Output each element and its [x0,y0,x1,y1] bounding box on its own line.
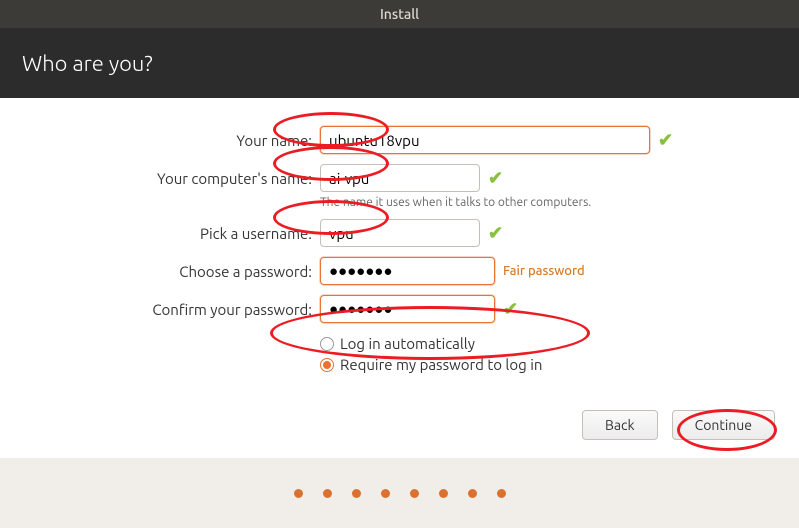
check-icon: ✔ [658,130,673,151]
progress-dot-icon [381,489,390,498]
password-input[interactable] [320,257,495,285]
progress-dot-icon [352,489,361,498]
progress-dot-icon [468,489,477,498]
check-icon: ✔ [488,223,503,244]
username-input[interactable] [320,219,480,247]
progress-dot-icon [410,489,419,498]
progress-dot-icon [294,489,303,498]
password-strength: Fair password [503,264,585,278]
page-title: Who are you? [22,51,153,76]
username-label: Pick a username: [30,225,320,242]
computer-label: Your computer's name: [30,170,320,187]
confirm-input[interactable] [320,295,495,323]
page-header: Who are you? [0,28,799,98]
computer-hint: The name it uses when it talks to other … [320,196,769,209]
confirm-label: Confirm your password: [30,301,320,318]
check-icon: ✔ [503,299,518,320]
radio-icon [320,358,334,372]
require-password-label: Require my password to log in [340,356,542,373]
window-title: Install [380,6,419,22]
form-content: Your name: ✔ Your computer's name: ✔ The… [0,98,799,458]
auto-login-radio[interactable]: Log in automatically [320,335,769,352]
progress-dot-icon [497,489,506,498]
continue-button[interactable]: Continue [672,410,775,440]
require-password-radio[interactable]: Require my password to log in [320,356,769,373]
progress-dot-icon [439,489,448,498]
back-button[interactable]: Back [582,410,658,440]
name-input[interactable] [320,126,650,154]
name-label: Your name: [30,132,320,149]
password-label: Choose a password: [30,263,320,280]
check-icon: ✔ [488,168,503,189]
radio-icon [320,337,334,351]
computer-input[interactable] [320,164,480,192]
progress-dots [0,458,799,528]
auto-login-label: Log in automatically [340,335,475,352]
window-titlebar: Install [0,0,799,28]
progress-dot-icon [323,489,332,498]
